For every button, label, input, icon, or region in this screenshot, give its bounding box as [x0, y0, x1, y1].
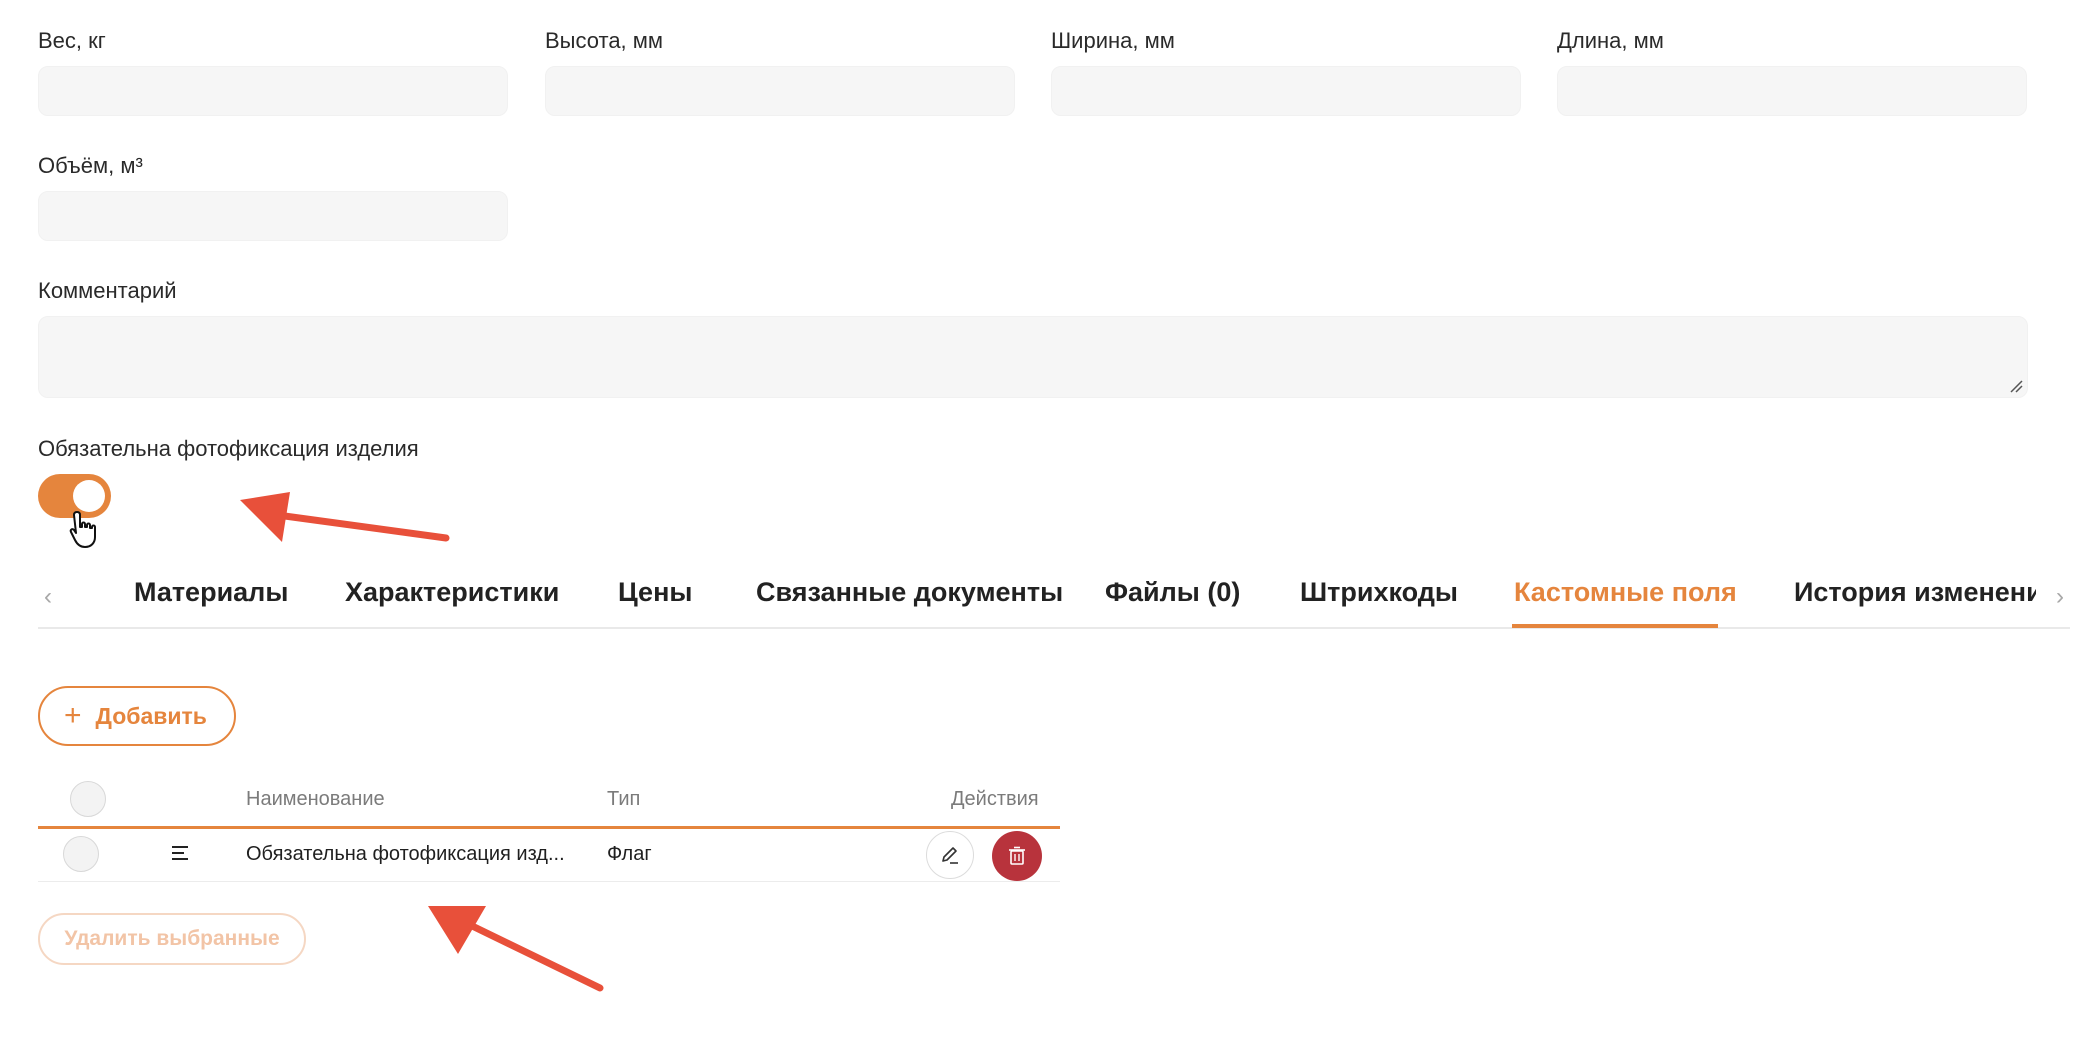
edit-button[interactable]	[926, 831, 974, 879]
column-header-name: Наименование	[246, 788, 385, 810]
resize-grip-icon[interactable]	[2009, 379, 2023, 393]
trash-icon	[1009, 846, 1025, 865]
row-name: Обязательна фотофиксация изд...	[246, 843, 565, 865]
annotation-arrow-toggle	[240, 492, 450, 542]
comment-label: Комментарий	[38, 278, 177, 303]
tabs-scroll-left-icon[interactable]: ‹	[38, 585, 58, 609]
comment-textarea[interactable]	[38, 316, 2028, 398]
hand-cursor-icon	[69, 511, 96, 548]
volume-label: Объём, м³	[38, 153, 143, 178]
active-tab-indicator	[1512, 624, 1718, 628]
tab-prices[interactable]: Цены	[618, 577, 692, 608]
height-label: Высота, мм	[545, 28, 664, 53]
toggle-knob	[73, 480, 105, 512]
plus-icon: +	[64, 699, 82, 732]
length-label: Длина, мм	[1557, 28, 1664, 53]
add-button-label: Добавить	[95, 702, 207, 729]
tabs-scroll-right-icon[interactable]: ›	[2050, 585, 2070, 609]
drag-handle-icon[interactable]	[172, 845, 190, 861]
length-input[interactable]	[1557, 66, 2027, 116]
add-button[interactable]: + Добавить	[38, 686, 236, 746]
width-label: Ширина, мм	[1051, 28, 1175, 53]
annotation-arrow-row	[428, 906, 604, 992]
tab-linked-documents[interactable]: Связанные документы	[756, 577, 1063, 608]
tab-custom-fields[interactable]: Кастомные поля	[1514, 577, 1737, 608]
row-type: Флаг	[607, 843, 652, 865]
column-header-type: Тип	[607, 788, 641, 810]
tab-materials[interactable]: Материалы	[134, 577, 288, 608]
pencil-icon	[942, 847, 958, 864]
tab-barcodes[interactable]: Штрихкоды	[1300, 577, 1458, 608]
delete-button[interactable]	[992, 831, 1042, 881]
table-row-divider	[38, 881, 1060, 882]
volume-input[interactable]	[38, 191, 508, 241]
height-input[interactable]	[545, 66, 1015, 116]
tab-change-history[interactable]: История изменений	[1794, 577, 2036, 608]
tab-files[interactable]: Файлы (0)	[1105, 577, 1240, 608]
weight-input[interactable]	[38, 66, 508, 116]
delete-selected-button[interactable]: Удалить выбранные	[38, 913, 306, 965]
column-header-actions: Действия	[951, 788, 1039, 810]
table-header-divider	[38, 826, 1060, 829]
row-checkbox[interactable]	[63, 836, 99, 872]
weight-label: Вес, кг	[38, 28, 106, 53]
photo-toggle-label: Обязательна фотофиксация изделия	[38, 436, 419, 461]
tabs-bar: ‹ Материалы Характеристики Цены Связанны…	[38, 565, 2070, 629]
tab-characteristics[interactable]: Характеристики	[345, 577, 559, 608]
width-input[interactable]	[1051, 66, 1521, 116]
select-all-checkbox[interactable]	[70, 781, 106, 817]
